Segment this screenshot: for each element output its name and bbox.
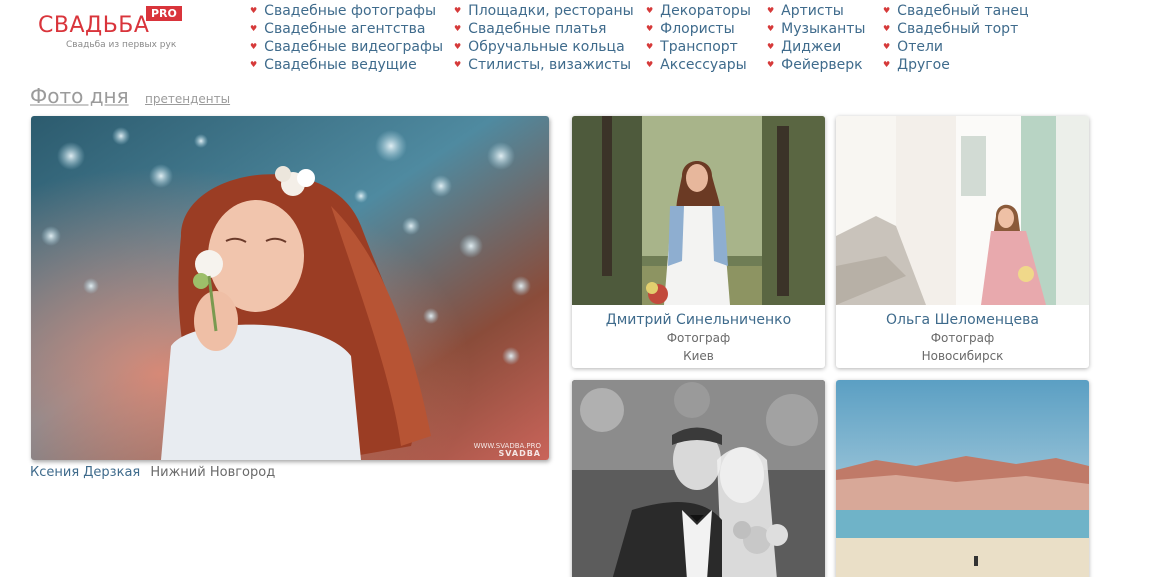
category-link[interactable]: ♥ Свадебные видеографы xyxy=(250,38,443,56)
category-link[interactable]: ♥ Свадебные ведущие xyxy=(250,56,443,74)
heart-icon: ♥ xyxy=(250,42,258,51)
category-link[interactable]: ♥ Свадебные фотографы xyxy=(250,2,443,20)
photographer-card[interactable] xyxy=(836,380,1089,577)
photo-of-day-title[interactable]: Фото дня xyxy=(30,84,129,108)
photographer-card[interactable]: Дмитрий Синельниченко Фотограф Киев xyxy=(572,116,825,368)
photo-watermark: WWW.SVADBA.PRO SVADBA xyxy=(473,442,541,458)
card-photo xyxy=(836,116,1089,305)
heart-icon: ♥ xyxy=(250,24,258,33)
category-column-1: ♥ Свадебные фотографы ♥ Свадебные агентств… xyxy=(250,2,443,74)
heart-icon: ♥ xyxy=(646,24,654,33)
category-link[interactable]: ♥ Стилисты, визажисты xyxy=(454,56,634,74)
category-link[interactable]: ♥ Свадебные платья xyxy=(454,20,634,38)
heart-icon: ♥ xyxy=(767,60,775,69)
heart-icon: ♥ xyxy=(250,6,258,15)
photographer-role: Фотограф xyxy=(666,331,731,345)
category-column-2: ♥ Площадки, рестораны ♥ Свадебные платья ♥… xyxy=(454,2,634,74)
heart-icon: ♥ xyxy=(767,6,775,15)
card-info: Ольга Шеломенцева Фотограф Новосибирск xyxy=(836,305,1089,365)
photographer-city: Новосибирск xyxy=(921,349,1004,363)
heart-icon: ♥ xyxy=(454,6,462,15)
featured-city: Нижний Новгород xyxy=(150,465,276,480)
category-column-3: ♥ Декораторы ♥ Флористы ♥ Транспорт ♥ Аксесс… xyxy=(646,2,751,74)
heart-icon: ♥ xyxy=(646,42,654,51)
photographer-city: Киев xyxy=(683,349,714,363)
category-link[interactable]: ♥ Транспорт xyxy=(646,38,751,56)
card-photo xyxy=(572,380,825,577)
category-link[interactable]: ♥ Артисты xyxy=(767,2,865,20)
heart-icon: ♥ xyxy=(883,60,891,69)
category-link[interactable]: ♥ Свадебные агентства xyxy=(250,20,443,38)
category-link[interactable]: ♥ Свадебный танец xyxy=(883,2,1029,20)
photographer-card[interactable]: Ольга Шеломенцева Фотограф Новосибирск xyxy=(836,116,1089,368)
photographer-name[interactable]: Дмитрий Синельниченко xyxy=(572,311,825,329)
heart-icon: ♥ xyxy=(454,42,462,51)
featured-caption: Ксения Дерзкая Нижний Новгород xyxy=(30,465,275,480)
heart-icon: ♥ xyxy=(767,42,775,51)
heart-icon: ♥ xyxy=(883,6,891,15)
category-link[interactable]: ♥ Свадебный торт xyxy=(883,20,1029,38)
logo-pro-badge: PRO xyxy=(146,6,182,21)
heart-icon: ♥ xyxy=(250,60,258,69)
heart-icon: ♥ xyxy=(646,60,654,69)
card-photo xyxy=(572,116,825,305)
photographer-name[interactable]: Ольга Шеломенцева xyxy=(836,311,1089,329)
category-column-4: ♥ Артисты ♥ Музыканты ♥ Диджеи ♥ Фейерверк xyxy=(767,2,865,74)
category-link[interactable]: ♥ Отели xyxy=(883,38,1029,56)
card-info: Дмитрий Синельниченко Фотограф Киев xyxy=(572,305,825,365)
category-link[interactable]: ♥ Аксессуары xyxy=(646,56,751,74)
category-link[interactable]: ♥ Диджеи xyxy=(767,38,865,56)
heart-icon: ♥ xyxy=(883,24,891,33)
contenders-link[interactable]: претенденты xyxy=(145,92,230,106)
heart-icon: ♥ xyxy=(883,42,891,51)
photographer-card[interactable] xyxy=(572,380,825,577)
card-photo xyxy=(836,380,1089,577)
category-link[interactable]: ♥ Обручальные кольца xyxy=(454,38,634,56)
category-link[interactable]: ♥ Декораторы xyxy=(646,2,751,20)
heart-icon: ♥ xyxy=(646,6,654,15)
category-column-5: ♥ Свадебный танец ♥ Свадебный торт ♥ Отели … xyxy=(883,2,1029,74)
category-link[interactable]: ♥ Фейерверк xyxy=(767,56,865,74)
category-link[interactable]: ♥ Площадки, рестораны xyxy=(454,2,634,20)
featured-photo-image xyxy=(31,116,549,460)
featured-photo[interactable]: WWW.SVADBA.PRO SVADBA xyxy=(31,116,549,460)
site-logo[interactable]: СВАДЬБА PRO Свадьба из первых рук xyxy=(38,6,188,54)
heart-icon: ♥ xyxy=(767,24,775,33)
featured-author-link[interactable]: Ксения Дерзкая xyxy=(30,465,140,480)
heart-icon: ♥ xyxy=(454,24,462,33)
photographer-role: Фотограф xyxy=(930,331,995,345)
logo-tagline: Свадьба из первых рук xyxy=(66,40,177,50)
category-link[interactable]: ♥ Другое xyxy=(883,56,1029,74)
category-link[interactable]: ♥ Флористы xyxy=(646,20,751,38)
logo-text: СВАДЬБА xyxy=(38,13,150,38)
heart-icon: ♥ xyxy=(454,60,462,69)
category-link[interactable]: ♥ Музыканты xyxy=(767,20,865,38)
